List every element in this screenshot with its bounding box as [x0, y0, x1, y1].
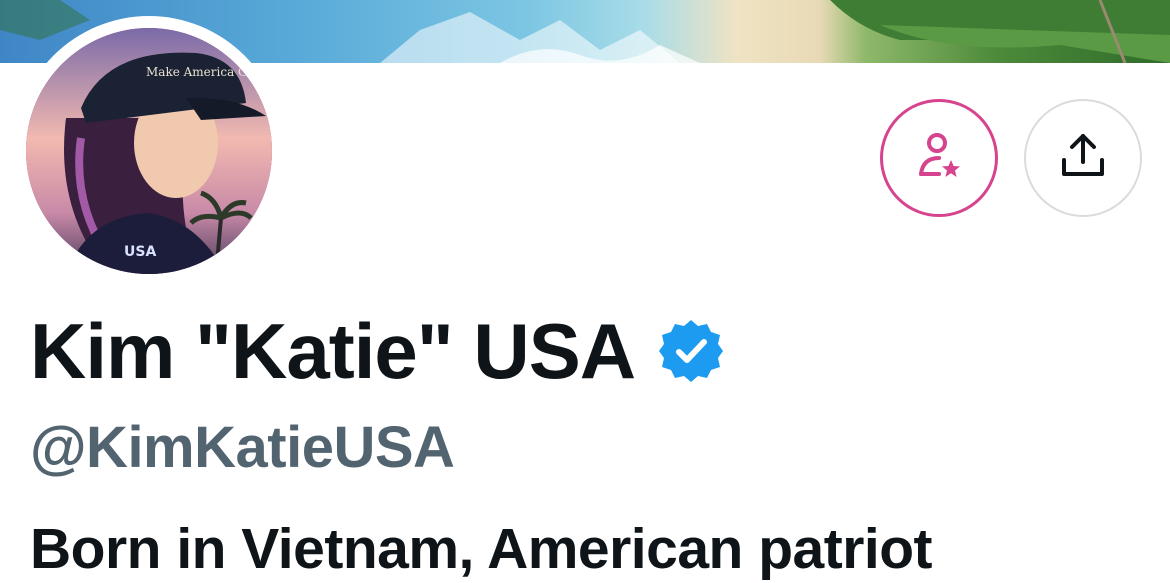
avatar-badge-text: USA: [124, 244, 156, 260]
display-name: Kim "Katie" USA: [30, 307, 636, 395]
share-button[interactable]: [1024, 99, 1142, 217]
avatar[interactable]: Make America Great Again USA: [26, 28, 272, 274]
profile-bio: Born in Vietnam, American patriot: [30, 517, 933, 581]
profile-name-row: Kim "Katie" USA: [30, 312, 725, 390]
subscribe-button[interactable]: [880, 99, 998, 217]
profile-handle: @KimKatieUSA: [30, 415, 455, 480]
share-upload-icon: [1057, 130, 1109, 187]
person-star-icon: [913, 130, 965, 187]
verified-badge-icon[interactable]: [657, 317, 725, 385]
